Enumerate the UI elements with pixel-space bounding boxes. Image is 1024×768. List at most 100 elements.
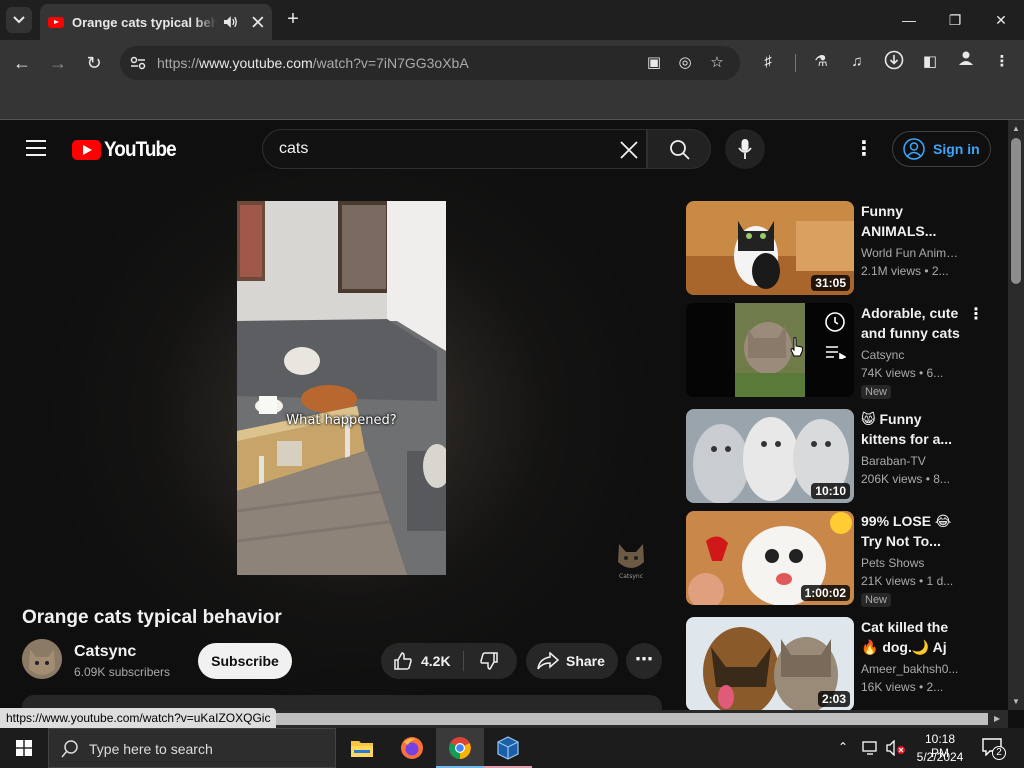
search-input[interactable]: cats bbox=[262, 129, 647, 169]
clear-search-icon[interactable] bbox=[619, 140, 639, 160]
watch-later-clock-icon[interactable] bbox=[824, 311, 846, 333]
related-video-item[interactable]: Adorable, cute and funny cats ⋮ Catsync … bbox=[686, 303, 986, 399]
search-input-value: cats bbox=[279, 140, 309, 157]
address-bar[interactable]: https://www.youtube.com/watch?v=7iN7GG3o… bbox=[120, 46, 740, 80]
vertical-scroll-thumb[interactable] bbox=[1011, 138, 1021, 284]
url-prefix: https:// bbox=[157, 55, 200, 71]
toolbar-divider bbox=[795, 54, 796, 72]
back-arrow-icon[interactable]: ← bbox=[9, 50, 35, 76]
youtube-logo[interactable]: YouTube bbox=[72, 138, 184, 162]
subscribe-button[interactable]: Subscribe bbox=[198, 643, 292, 679]
video-duration: 10:10 bbox=[811, 483, 850, 499]
side-panel-icon[interactable]: ◧ bbox=[918, 50, 942, 74]
bookmark-bar bbox=[0, 86, 1024, 120]
related-channel[interactable]: Baraban-TV bbox=[861, 454, 961, 468]
url-host: www.youtube.com bbox=[199, 55, 313, 71]
related-channel[interactable]: Catsync bbox=[861, 348, 961, 362]
restore-icon[interactable]: ❐ bbox=[943, 8, 967, 32]
settings-more-icon[interactable]: ⋮ bbox=[852, 138, 876, 162]
related-channel[interactable]: World Fun Anima... bbox=[861, 246, 961, 260]
browser-menu-icon[interactable]: ⋮ bbox=[990, 50, 1014, 74]
related-video-item[interactable]: 31:05 Funny ANIMALS... World Fun Anima..… bbox=[686, 201, 986, 295]
channel-watermark-cat-icon[interactable]: Catsync bbox=[614, 540, 648, 580]
extensions-puzzle-icon[interactable]: ♯ bbox=[756, 50, 780, 74]
channel-name[interactable]: Catsync bbox=[74, 643, 136, 661]
youtube-favicon-icon bbox=[48, 16, 64, 28]
related-channel[interactable]: Pets Shows bbox=[861, 556, 961, 570]
voice-search-button[interactable] bbox=[725, 129, 765, 169]
browser-tab-active[interactable]: Orange cats typical behavior bbox=[40, 4, 272, 40]
sign-in-button[interactable]: Sign in bbox=[892, 131, 991, 167]
taskbar-search-box[interactable]: Type here to search bbox=[48, 728, 336, 768]
notifications-button[interactable]: 2 bbox=[980, 736, 1010, 762]
scroll-down-arrow-icon[interactable]: ▼ bbox=[1012, 697, 1020, 706]
scroll-up-arrow-icon[interactable]: ▲ bbox=[1012, 124, 1020, 133]
site-settings-icon[interactable] bbox=[130, 56, 146, 70]
related-channel[interactable]: Ameer_bakhsh0... bbox=[861, 662, 961, 676]
network-icon[interactable] bbox=[862, 741, 880, 755]
speaker-icon[interactable] bbox=[223, 15, 239, 29]
like-dislike-group: 4.2K bbox=[381, 643, 517, 679]
url-text: https://www.youtube.com/watch?v=7iN7GG3o… bbox=[157, 55, 469, 71]
video-caption-text: What happened? bbox=[286, 413, 397, 428]
search-button[interactable] bbox=[647, 129, 711, 169]
download-icon[interactable] bbox=[882, 50, 906, 74]
related-video-item[interactable]: 2:03 Cat killed the🔥 dog.🌙 Aj is... Amee… bbox=[686, 617, 986, 710]
media-control-icon[interactable]: ♫ bbox=[845, 50, 869, 74]
reload-icon[interactable]: ↻ bbox=[81, 50, 107, 76]
forward-arrow-icon[interactable]: → bbox=[45, 50, 71, 76]
clock-date[interactable]: 5/2/2024 bbox=[916, 750, 964, 764]
related-title[interactable]: Cat killed the🔥 dog.🌙 Aj is... bbox=[861, 617, 961, 657]
share-button[interactable]: Share bbox=[526, 643, 618, 679]
dislike-button[interactable] bbox=[469, 643, 515, 679]
related-thumbnail[interactable]: 31:05 bbox=[686, 201, 854, 295]
browser-toolbar: ← → ↻ https://www.youtube.com/watch?v=7i… bbox=[0, 40, 1024, 86]
youtube-page: YouTube cats ⋮ Sign in What happened? Ca… bbox=[0, 120, 1008, 710]
vertical-scrollbar[interactable]: ▲ ▼ bbox=[1008, 120, 1024, 710]
thumbs-up-icon bbox=[394, 652, 412, 670]
bookmark-star-icon[interactable]: ☆ bbox=[705, 51, 729, 75]
install-app-icon[interactable]: ▣ bbox=[642, 51, 666, 75]
video-player[interactable]: What happened? bbox=[237, 201, 446, 575]
more-actions-icon[interactable]: ⋯ bbox=[626, 643, 662, 679]
related-thumbnail[interactable]: 10:10 bbox=[686, 409, 854, 503]
menu-hamburger-icon[interactable] bbox=[26, 140, 46, 156]
virtualbox-icon[interactable] bbox=[484, 728, 532, 768]
close-tab-icon[interactable] bbox=[252, 16, 264, 28]
search-icon bbox=[670, 140, 690, 160]
minimize-icon[interactable]: — bbox=[897, 8, 921, 32]
chrome-icon[interactable] bbox=[436, 728, 484, 768]
like-button[interactable]: 4.2K bbox=[381, 643, 463, 679]
eye-slash-icon[interactable]: ◎ bbox=[673, 51, 697, 75]
related-views-meta: 2.1M views • 2... bbox=[861, 264, 949, 278]
scroll-right-arrow-icon[interactable]: ▶ bbox=[994, 714, 1000, 723]
related-thumbnail[interactable]: 1:00:02 bbox=[686, 511, 854, 605]
add-to-queue-icon[interactable] bbox=[826, 345, 846, 359]
related-video-item[interactable]: 10:10 😸 Funny kittens for a... Baraban-T… bbox=[686, 409, 986, 503]
related-thumbnail[interactable] bbox=[686, 303, 854, 397]
volume-muted-icon[interactable] bbox=[886, 740, 906, 756]
labs-flask-icon[interactable]: ⚗ bbox=[809, 50, 833, 74]
firefox-icon[interactable] bbox=[388, 728, 436, 768]
thumbs-down-icon bbox=[480, 652, 498, 670]
tab-list-button[interactable] bbox=[6, 7, 32, 33]
profile-icon[interactable] bbox=[954, 50, 978, 74]
channel-avatar[interactable] bbox=[22, 639, 62, 679]
close-window-icon[interactable]: ✕ bbox=[989, 8, 1013, 32]
related-title[interactable]: 99% LOSE 😂 Try Not To... bbox=[861, 511, 961, 551]
related-views-meta: 16K views • 2... bbox=[861, 680, 944, 694]
related-title[interactable]: 😸 Funny kittens for a... bbox=[861, 409, 961, 449]
start-button[interactable] bbox=[0, 728, 48, 768]
related-views-meta: 74K views • 6... bbox=[861, 366, 944, 380]
chevron-down-icon bbox=[13, 16, 25, 24]
new-tab-plus-icon[interactable]: + bbox=[282, 8, 304, 30]
related-video-item[interactable]: 1:00:02 99% LOSE 😂 Try Not To... Pets Sh… bbox=[686, 511, 986, 607]
related-more-options-icon[interactable]: ⋮ bbox=[968, 305, 984, 327]
related-title[interactable]: Funny ANIMALS... bbox=[861, 201, 961, 241]
related-title[interactable]: Adorable, cute and funny cats bbox=[861, 303, 961, 343]
related-thumbnail[interactable]: 2:03 bbox=[686, 617, 854, 710]
tray-chevron-up-icon[interactable]: ⌃ bbox=[838, 740, 848, 754]
notification-count-badge: 2 bbox=[992, 746, 1006, 760]
file-explorer-icon[interactable] bbox=[338, 728, 386, 768]
share-label: Share bbox=[566, 653, 605, 669]
